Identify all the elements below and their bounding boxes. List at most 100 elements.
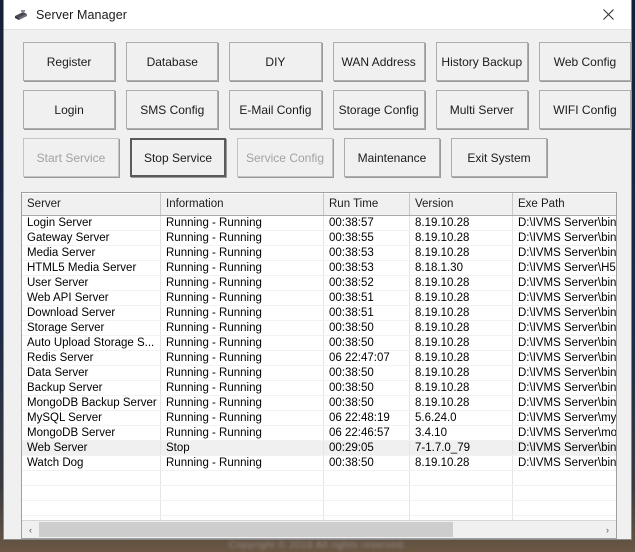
cell-information: Running - Running xyxy=(160,365,324,381)
cell-information: Running - Running xyxy=(160,380,324,396)
cell-empty xyxy=(512,500,616,516)
cell-run-time: 00:29:05 xyxy=(323,440,410,456)
scroll-left-icon[interactable]: ‹ xyxy=(22,521,39,538)
column-header-server[interactable]: Server xyxy=(22,193,161,216)
toolbar-row-3: Start Service Stop Service Service Confi… xyxy=(23,138,631,177)
close-icon[interactable] xyxy=(586,0,631,29)
cell-exe-path: D:\IVMS Server\bin\jvmsuser.exe xyxy=(512,275,616,291)
wan-address-button[interactable]: WAN Address xyxy=(332,42,425,81)
table-row[interactable]: User Server Running - Running 00:38:52 8.19… xyxy=(22,275,616,291)
service-config-button: Service Config xyxy=(237,138,333,177)
column-header-information[interactable]: Information xyxy=(160,193,324,216)
wifi-config-button[interactable]: WIFI Config xyxy=(538,90,632,129)
cell-empty xyxy=(160,500,324,516)
table-row[interactable]: Watch Dog Running - Running 00:38:50 8.19.1… xyxy=(22,455,616,471)
storage-config-button[interactable]: Storage Config xyxy=(332,90,425,129)
cell-version: 8.19.10.28 xyxy=(409,455,513,471)
table-row[interactable]: Login Server Running - Running 00:38:57 8.1… xyxy=(22,215,616,231)
register-button[interactable]: Register xyxy=(23,42,116,81)
column-header-run-time[interactable]: Run Time xyxy=(323,193,410,216)
cell-empty xyxy=(22,470,161,486)
cell-server: MongoDB Backup Server xyxy=(22,395,161,411)
web-config-button[interactable]: Web Config xyxy=(538,42,632,81)
cell-run-time: 06 22:48:19 xyxy=(323,410,410,426)
table-row[interactable]: Gateway Server Running - Running 00:38:55 8… xyxy=(22,230,616,246)
email-config-button[interactable]: E-Mail Config xyxy=(229,90,322,129)
table-row[interactable]: Media Server Running - Running 00:38:53 8.1… xyxy=(22,245,616,261)
column-header-version[interactable]: Version xyxy=(409,193,513,216)
table-row[interactable]: Web API Server Running - Running 00:38:51 8… xyxy=(22,290,616,306)
table-row[interactable]: MySQL Server Running - Running 06 22:48:19… xyxy=(22,410,616,426)
cell-server: Redis Server xyxy=(22,350,161,366)
exit-system-button[interactable]: Exit System xyxy=(451,138,547,177)
cell-exe-path: D:\IVMS Server\bin\jvmsgateway.exe xyxy=(512,230,616,246)
diy-button[interactable]: DIY xyxy=(229,42,322,81)
cell-version: 8.19.10.28 xyxy=(409,305,513,321)
table-row[interactable]: MongoDB Server Running - Running 06 22:46:… xyxy=(22,425,616,441)
cell-run-time: 00:38:50 xyxy=(323,455,410,471)
server-list-scroll-area: Server Information Run Time Version Exe … xyxy=(22,193,616,520)
cell-information: Running - Running xyxy=(160,290,324,306)
table-row[interactable]: Download Server Running - Running 00:38:51… xyxy=(22,305,616,321)
scrollbar-thumb[interactable] xyxy=(39,522,454,537)
database-button[interactable]: Database xyxy=(126,42,219,81)
table-row[interactable]: Backup Server Running - Running 00:38:50 8.… xyxy=(22,380,616,396)
cell-empty xyxy=(323,485,410,501)
history-backup-button[interactable]: History Backup xyxy=(435,42,528,81)
scroll-right-icon[interactable]: › xyxy=(599,521,616,538)
cell-server: Media Server xyxy=(22,245,161,261)
column-header-exe-path[interactable]: Exe Path xyxy=(512,193,616,216)
horizontal-scrollbar[interactable]: ‹ › xyxy=(22,520,616,538)
cell-information: Running - Running xyxy=(160,425,324,441)
table-row[interactable]: Data Server Running - Running 00:38:50 8.19… xyxy=(22,365,616,381)
cell-server: Gateway Server xyxy=(22,230,161,246)
cell-server: Data Server xyxy=(22,365,161,381)
cell-run-time: 06 22:47:07 xyxy=(323,350,410,366)
table-row[interactable]: Redis Server Running - Running 06 22:47:07… xyxy=(22,350,616,366)
cell-run-time: 00:38:50 xyxy=(323,365,410,381)
stop-service-button[interactable]: Stop Service xyxy=(130,138,226,177)
cell-version: 8.19.10.28 xyxy=(409,320,513,336)
cell-exe-path: D:\IVMS Server\bin\IVMSBackup.exe xyxy=(512,380,616,396)
cell-information: Running - Running xyxy=(160,230,324,246)
cell-version: 8.19.10.28 xyxy=(409,350,513,366)
multi-server-button[interactable]: Multi Server xyxy=(435,90,528,129)
cell-run-time: 00:38:52 xyxy=(323,275,410,291)
cell-information: Running - Running xyxy=(160,215,324,231)
cell-server: Web Server xyxy=(22,440,161,456)
cell-version: 8.19.10.28 xyxy=(409,380,513,396)
table-row[interactable]: Auto Upload Storage S... Running - Runnin… xyxy=(22,335,616,351)
cell-information: Running - Running xyxy=(160,335,324,351)
toolbar-row-1: Register Database DIY WAN Address Histor… xyxy=(23,42,632,81)
login-button[interactable]: Login xyxy=(23,90,116,129)
table-row[interactable]: Storage Server Running - Running 00:38:50 8… xyxy=(22,320,616,336)
table-row[interactable]: HTML5 Media Server Running - Running 00:38… xyxy=(22,260,616,276)
table-row[interactable]: MongoDB Backup Server Running - Running 00… xyxy=(22,395,616,411)
cell-version: 8.19.10.28 xyxy=(409,275,513,291)
cell-empty xyxy=(160,485,324,501)
cell-exe-path: D:\IVMS Server\mongodb\bin\mongod.exe xyxy=(512,425,616,441)
cell-run-time: 00:38:53 xyxy=(323,245,410,261)
cell-version: 5.6.24.0 xyxy=(409,410,513,426)
cell-exe-path: D:\IVMS Server\bin\IVMSMongoBackup.exe xyxy=(512,395,616,411)
table-row[interactable]: Web Server Stop 00:29:05 7-1.7.0_79 D:\IVMS … xyxy=(22,440,616,456)
sms-config-button[interactable]: SMS Config xyxy=(126,90,219,129)
cell-run-time: 00:38:53 xyxy=(323,260,410,276)
maintenance-button[interactable]: Maintenance xyxy=(344,138,440,177)
cell-empty xyxy=(323,500,410,516)
cell-exe-path: D:\IVMS Server\H5Server\H5Server.exe xyxy=(512,260,616,276)
cell-run-time: 06 22:46:57 xyxy=(323,425,410,441)
cell-information: Running - Running xyxy=(160,395,324,411)
server-table: Server Information Run Time Version Exe … xyxy=(22,193,616,520)
cell-run-time: 00:38:50 xyxy=(323,380,410,396)
cell-server: Backup Server xyxy=(22,380,161,396)
scrollbar-track[interactable] xyxy=(39,521,599,538)
cell-exe-path: D:\IVMS Server\mysql\bin\mysqld.exe xyxy=(512,410,616,426)
cell-exe-path: D:\IVMS Server\bin\jvmsdata.exe xyxy=(512,365,616,381)
cell-exe-path: D:\IVMS Server\bin\jvmsdaemon.exe xyxy=(512,455,616,471)
cell-information: Running - Running xyxy=(160,260,324,276)
cell-empty xyxy=(160,470,324,486)
cell-information: Running - Running xyxy=(160,305,324,321)
cell-exe-path: D:\IVMS Server\bin\jvmsstorage.exe xyxy=(512,320,616,336)
table-empty-row xyxy=(22,485,616,501)
